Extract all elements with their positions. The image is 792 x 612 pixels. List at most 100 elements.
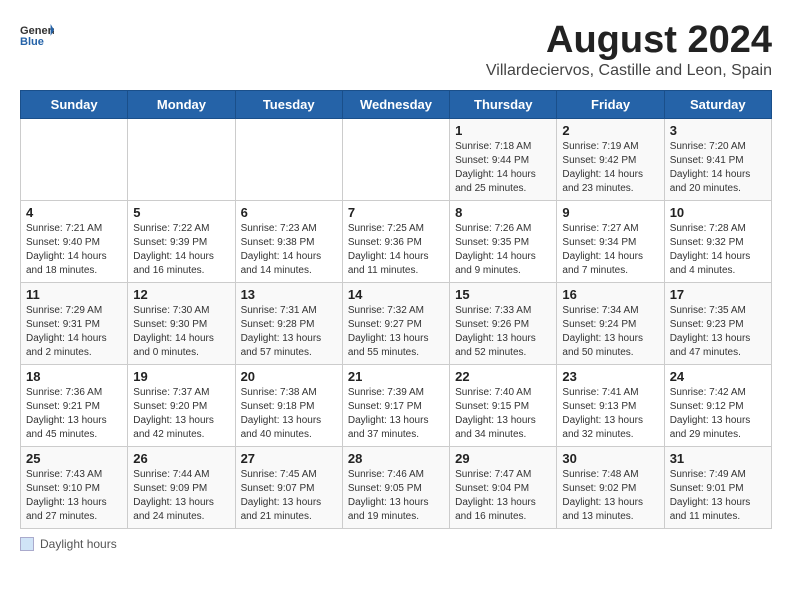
day-number: 5 [133, 205, 229, 220]
day-info: Sunrise: 7:36 AMSunset: 9:21 PMDaylight:… [26, 386, 122, 442]
day-number: 27 [241, 451, 337, 466]
day-cell: 12Sunrise: 7:30 AMSunset: 9:30 PMDayligh… [128, 282, 235, 364]
main-title: August 2024 [486, 20, 772, 62]
day-number: 16 [562, 287, 658, 302]
day-number: 19 [133, 369, 229, 384]
svg-text:General: General [20, 25, 54, 37]
day-info: Sunrise: 7:33 AMSunset: 9:26 PMDaylight:… [455, 304, 551, 360]
header-cell-thursday: Thursday [450, 90, 557, 118]
day-cell: 21Sunrise: 7:39 AMSunset: 9:17 PMDayligh… [342, 364, 449, 446]
calendar-table: SundayMondayTuesdayWednesdayThursdayFrid… [20, 90, 772, 529]
day-info: Sunrise: 7:39 AMSunset: 9:17 PMDaylight:… [348, 386, 444, 442]
week-row-5: 25 Sunrise: 7:43 AMSunset: 9:10 PMDayligh… [21, 446, 772, 528]
day-number: 28 [348, 451, 444, 466]
day-cell: 22Sunrise: 7:40 AMSunset: 9:15 PMDayligh… [450, 364, 557, 446]
day-number: 4 [26, 205, 122, 220]
day-number: 7 [348, 205, 444, 220]
day-number: 11 [26, 287, 122, 302]
day-cell [235, 118, 342, 200]
day-cell: 11 Sunrise: 7:29 AMSunset: 9:31 PMDayligh… [21, 282, 128, 364]
day-cell: 30Sunrise: 7:48 AMSunset: 9:02 PMDayligh… [557, 446, 664, 528]
day-number: 26 [133, 451, 229, 466]
day-cell: 23Sunrise: 7:41 AMSunset: 9:13 PMDayligh… [557, 364, 664, 446]
day-info: Sunrise: 7:46 AMSunset: 9:05 PMDaylight:… [348, 468, 444, 524]
day-number: 29 [455, 451, 551, 466]
day-number: 13 [241, 287, 337, 302]
day-info: Sunrise: 7:29 AMSunset: 9:31 PMDaylight:… [26, 304, 122, 360]
day-cell: 4 Sunrise: 7:21 AMSunset: 9:40 PMDaylight… [21, 200, 128, 282]
header-cell-friday: Friday [557, 90, 664, 118]
day-cell: 29 Sunrise: 7:47 AMSunset: 9:04 PMDayligh… [450, 446, 557, 528]
day-info: Sunrise: 7:26 AMSunset: 9:35 PMDaylight:… [455, 222, 551, 278]
day-info: Sunrise: 7:27 AMSunset: 9:34 PMDaylight:… [562, 222, 658, 278]
day-info: Sunrise: 7:31 AMSunset: 9:28 PMDaylight:… [241, 304, 337, 360]
day-cell: 15 Sunrise: 7:33 AMSunset: 9:26 PMDayligh… [450, 282, 557, 364]
day-number: 20 [241, 369, 337, 384]
day-info: Sunrise: 7:34 AMSunset: 9:24 PMDaylight:… [562, 304, 658, 360]
day-cell: 28 Sunrise: 7:46 AMSunset: 9:05 PMDayligh… [342, 446, 449, 528]
day-cell: 16 Sunrise: 7:34 AMSunset: 9:24 PMDayligh… [557, 282, 664, 364]
day-number: 24 [670, 369, 766, 384]
day-info: Sunrise: 7:21 AMSunset: 9:40 PMDaylight:… [26, 222, 122, 278]
day-cell: 26Sunrise: 7:44 AMSunset: 9:09 PMDayligh… [128, 446, 235, 528]
day-cell: 1 Sunrise: 7:18 AMSunset: 9:44 PMDaylight… [450, 118, 557, 200]
day-cell: 20Sunrise: 7:38 AMSunset: 9:18 PMDayligh… [235, 364, 342, 446]
week-row-3: 11 Sunrise: 7:29 AMSunset: 9:31 PMDayligh… [21, 282, 772, 364]
header-cell-tuesday: Tuesday [235, 90, 342, 118]
day-number: 31 [670, 451, 766, 466]
logo: General Blue [20, 20, 54, 50]
day-info: Sunrise: 7:23 AMSunset: 9:38 PMDaylight:… [241, 222, 337, 278]
day-info: Sunrise: 7:35 AMSunset: 9:23 PMDaylight:… [670, 304, 766, 360]
day-info: Sunrise: 7:18 AMSunset: 9:44 PMDaylight:… [455, 140, 551, 196]
day-cell: 3Sunrise: 7:20 AMSunset: 9:41 PMDaylight… [664, 118, 771, 200]
day-cell [21, 118, 128, 200]
day-cell [128, 118, 235, 200]
day-cell: 19 Sunrise: 7:37 AMSunset: 9:20 PMDayligh… [128, 364, 235, 446]
day-number: 17 [670, 287, 766, 302]
day-cell: 27Sunrise: 7:45 AMSunset: 9:07 PMDayligh… [235, 446, 342, 528]
day-number: 3 [670, 123, 766, 138]
day-info: Sunrise: 7:43 AMSunset: 9:10 PMDaylight:… [26, 468, 122, 524]
header-cell-wednesday: Wednesday [342, 90, 449, 118]
day-cell: 17 Sunrise: 7:35 AMSunset: 9:23 PMDayligh… [664, 282, 771, 364]
day-number: 18 [26, 369, 122, 384]
day-number: 8 [455, 205, 551, 220]
day-cell: 14Sunrise: 7:32 AMSunset: 9:27 PMDayligh… [342, 282, 449, 364]
week-row-1: 1 Sunrise: 7:18 AMSunset: 9:44 PMDaylight… [21, 118, 772, 200]
day-number: 12 [133, 287, 229, 302]
header: General Blue August 2024 Villardeciervos… [20, 20, 772, 80]
day-cell: 8 Sunrise: 7:26 AMSunset: 9:35 PMDaylight… [450, 200, 557, 282]
day-cell: 9 Sunrise: 7:27 AMSunset: 9:34 PMDaylight… [557, 200, 664, 282]
day-cell: 5 Sunrise: 7:22 AMSunset: 9:39 PMDaylight… [128, 200, 235, 282]
subtitle: Villardeciervos, Castille and Leon, Spai… [486, 62, 772, 80]
daylight-label: Daylight hours [40, 537, 117, 551]
day-cell: 25 Sunrise: 7:43 AMSunset: 9:10 PMDayligh… [21, 446, 128, 528]
day-cell: 7 Sunrise: 7:25 AMSunset: 9:36 PMDaylight… [342, 200, 449, 282]
day-cell: 13 Sunrise: 7:31 AMSunset: 9:28 PMDayligh… [235, 282, 342, 364]
day-number: 25 [26, 451, 122, 466]
daylight-box [20, 537, 34, 551]
day-info: Sunrise: 7:22 AMSunset: 9:39 PMDaylight:… [133, 222, 229, 278]
logo-svg: General Blue [20, 20, 54, 50]
day-number: 23 [562, 369, 658, 384]
day-number: 1 [455, 123, 551, 138]
week-row-2: 4 Sunrise: 7:21 AMSunset: 9:40 PMDaylight… [21, 200, 772, 282]
day-info: Sunrise: 7:19 AMSunset: 9:42 PMDaylight:… [562, 140, 658, 196]
day-info: Sunrise: 7:28 AMSunset: 9:32 PMDaylight:… [670, 222, 766, 278]
title-area: August 2024 Villardeciervos, Castille an… [486, 20, 772, 80]
day-info: Sunrise: 7:47 AMSunset: 9:04 PMDaylight:… [455, 468, 551, 524]
day-info: Sunrise: 7:37 AMSunset: 9:20 PMDaylight:… [133, 386, 229, 442]
day-cell: 10Sunrise: 7:28 AMSunset: 9:32 PMDayligh… [664, 200, 771, 282]
day-number: 6 [241, 205, 337, 220]
day-number: 9 [562, 205, 658, 220]
day-cell: 2Sunrise: 7:19 AMSunset: 9:42 PMDaylight… [557, 118, 664, 200]
svg-text:Blue: Blue [20, 36, 44, 48]
header-cell-monday: Monday [128, 90, 235, 118]
day-cell: 18 Sunrise: 7:36 AMSunset: 9:21 PMDayligh… [21, 364, 128, 446]
day-info: Sunrise: 7:42 AMSunset: 9:12 PMDaylight:… [670, 386, 766, 442]
footer-note: Daylight hours [20, 537, 772, 551]
day-cell [342, 118, 449, 200]
day-number: 14 [348, 287, 444, 302]
day-info: Sunrise: 7:25 AMSunset: 9:36 PMDaylight:… [348, 222, 444, 278]
day-number: 15 [455, 287, 551, 302]
